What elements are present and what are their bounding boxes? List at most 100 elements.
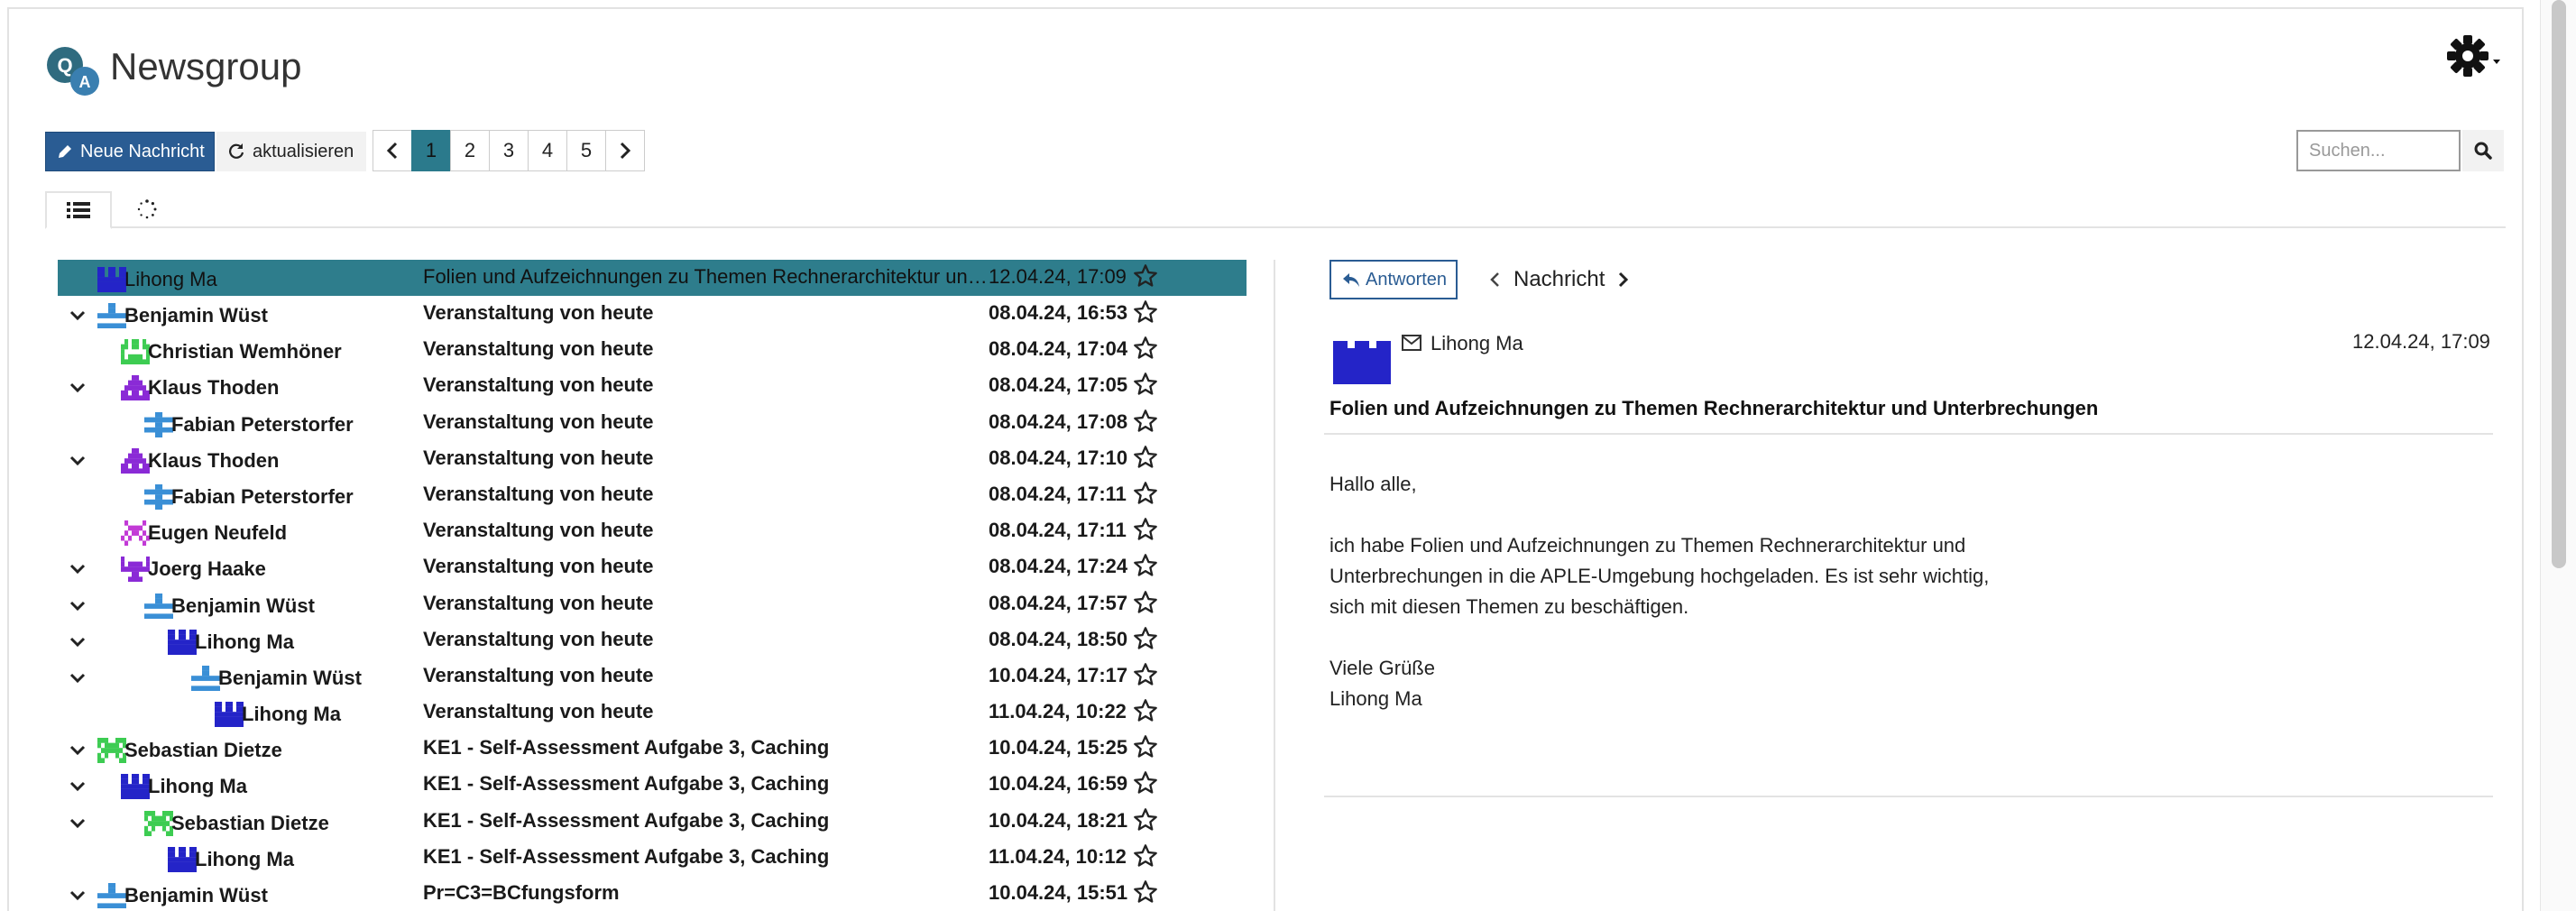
message-body-line: Unterbrechungen in die APLE-Umgebung hoc… [1329, 565, 1990, 587]
star-icon[interactable] [1133, 336, 1158, 361]
pager-page-5[interactable]: 5 [566, 130, 606, 171]
expand-thread-icon[interactable] [67, 560, 88, 578]
message-row[interactable]: Lihong Ma KE1 - Self-Assessment Aufgabe 3… [58, 840, 1247, 876]
message-row[interactable]: Benjamin Wüst Veranstaltung von heute 10.0… [58, 658, 1247, 695]
message-row[interactable]: Sebastian Dietze KE1 - Self-Assessment Au… [58, 731, 1247, 767]
refresh-button[interactable]: aktualisieren [216, 132, 366, 171]
message-row[interactable]: Klaus Thoden Veranstaltung von heute 08.04… [58, 441, 1247, 477]
message-subject-cell: KE1 - Self-Assessment Aufgabe 3, Caching [423, 772, 830, 796]
chevron-left-icon [386, 142, 398, 160]
message-header-divider [1324, 433, 2493, 435]
message-subject-cell: Veranstaltung von heute [423, 700, 654, 723]
star-icon[interactable] [1133, 770, 1158, 796]
message-row[interactable]: Eugen Neufeld Veranstaltung von heute 08.0… [58, 513, 1247, 549]
pager-page-4[interactable]: 4 [528, 130, 567, 171]
pager-prev-button[interactable] [373, 130, 412, 171]
reply-label: Antworten [1366, 269, 1448, 290]
message-author: Lihong Ma [195, 630, 294, 653]
author-avatar [144, 593, 174, 619]
message-author: Sebastian Dietze [124, 739, 282, 762]
scrollbar-thumb[interactable] [2552, 0, 2566, 568]
pager-page-3[interactable]: 3 [489, 130, 529, 171]
tab-list-view[interactable] [45, 191, 112, 229]
spinner-icon [137, 199, 157, 219]
message-row[interactable]: Lihong Ma Folien und Aufzeichnungen zu Th… [58, 260, 1247, 296]
star-icon[interactable] [1133, 879, 1158, 905]
star-icon[interactable] [1133, 807, 1158, 833]
message-row[interactable]: Lihong Ma Veranstaltung von heute 08.04.24… [58, 622, 1247, 658]
star-icon[interactable] [1133, 843, 1158, 869]
expand-thread-icon[interactable] [67, 307, 88, 325]
prev-message-icon[interactable] [1488, 271, 1501, 289]
page-scrollbar[interactable] [2540, 0, 2576, 911]
message-body-line: Hallo alle, [1329, 473, 1417, 495]
expand-thread-icon[interactable] [67, 379, 88, 397]
message-row[interactable]: Joerg Haake Veranstaltung von heute 08.04.… [58, 549, 1247, 585]
message-subject: Folien und Aufzeichnungen zu Themen Rech… [1329, 397, 2099, 419]
star-icon[interactable] [1133, 517, 1158, 542]
star-icon[interactable] [1133, 263, 1158, 289]
message-author: Eugen Neufeld [148, 521, 288, 545]
expand-thread-icon[interactable] [67, 887, 88, 905]
message-row[interactable]: Benjamin Wüst Veranstaltung von heute 08.0… [58, 586, 1247, 622]
message-author: Christian Wemhöner [148, 340, 342, 363]
pager-page-2[interactable]: 2 [450, 130, 490, 171]
message-row[interactable]: Benjamin Wüst Pr=C3=BCfungsform 10.04.24, … [58, 876, 1247, 911]
message-date-cell: 10.04.24, 17:17 [989, 663, 1128, 686]
star-icon[interactable] [1133, 626, 1158, 651]
author-avatar [168, 846, 198, 872]
message-row[interactable]: Benjamin Wüst Veranstaltung von heute 08.0… [58, 296, 1247, 332]
tab-thread-view[interactable] [126, 191, 168, 227]
expand-thread-icon[interactable] [67, 633, 88, 651]
app-title: Newsgroup [110, 45, 302, 87]
message-row[interactable]: Klaus Thoden Veranstaltung von heute 08.04… [58, 368, 1247, 404]
message-row[interactable]: Lihong Ma KE1 - Self-Assessment Aufgabe 3… [58, 767, 1247, 803]
expand-thread-icon[interactable] [67, 597, 88, 615]
message-author: Fabian Peterstorfer [171, 484, 354, 508]
message-row[interactable]: Sebastian Dietze KE1 - Self-Assessment Au… [58, 804, 1247, 840]
message-row[interactable]: Lihong Ma Veranstaltung von heute 11.04.24… [58, 695, 1247, 731]
author-avatar [97, 267, 127, 293]
message-date-cell: 08.04.24, 17:05 [989, 373, 1128, 397]
message-subject-cell: Pr=C3=BCfungsform [423, 881, 620, 904]
message-subject-cell: KE1 - Self-Assessment Aufgabe 3, Caching [423, 736, 830, 759]
expand-thread-icon[interactable] [67, 741, 88, 759]
search-input[interactable] [2296, 130, 2461, 171]
star-icon[interactable] [1133, 299, 1158, 325]
next-message-icon[interactable] [1617, 271, 1630, 289]
star-icon[interactable] [1133, 590, 1158, 615]
message-date-cell: 10.04.24, 18:21 [989, 808, 1128, 832]
message-date-cell: 11.04.24, 10:12 [989, 844, 1127, 868]
message-date-cell: 08.04.24, 16:53 [989, 301, 1128, 324]
author-avatar [121, 557, 151, 583]
gear-icon[interactable] [2444, 32, 2502, 79]
list-icon [67, 202, 90, 218]
message-row[interactable]: Christian Wemhöner Veranstaltung von heut… [58, 332, 1247, 368]
expand-thread-icon[interactable] [67, 452, 88, 470]
star-icon[interactable] [1133, 372, 1158, 397]
expand-thread-icon[interactable] [67, 778, 88, 796]
star-icon[interactable] [1133, 481, 1158, 506]
star-icon[interactable] [1133, 698, 1158, 723]
reply-button[interactable]: Antworten [1329, 260, 1458, 299]
star-icon[interactable] [1133, 662, 1158, 687]
star-icon[interactable] [1133, 734, 1158, 759]
reply-icon [1343, 273, 1359, 287]
pager-next-button[interactable] [605, 130, 645, 171]
expand-thread-icon[interactable] [67, 814, 88, 833]
message-row[interactable]: Fabian Peterstorfer Veranstaltung von heu… [58, 405, 1247, 441]
message-date-cell: 08.04.24, 17:10 [989, 446, 1128, 469]
author-avatar [97, 303, 127, 329]
expand-thread-icon[interactable] [67, 669, 88, 687]
app-frame: Q A Newsgroup Neue Nachricht aktualisier… [7, 7, 2524, 911]
author-avatar [191, 665, 221, 691]
pager-page-1[interactable]: 1 [411, 130, 451, 171]
new-message-button[interactable]: Neue Nachricht [45, 132, 215, 171]
message-subject-cell: Veranstaltung von heute [423, 301, 654, 324]
search-button[interactable] [2462, 130, 2504, 171]
star-icon[interactable] [1133, 553, 1158, 578]
star-icon[interactable] [1133, 409, 1158, 434]
message-row[interactable]: Fabian Peterstorfer Veranstaltung von heu… [58, 477, 1247, 513]
author-avatar [144, 483, 174, 511]
star-icon[interactable] [1133, 445, 1158, 470]
